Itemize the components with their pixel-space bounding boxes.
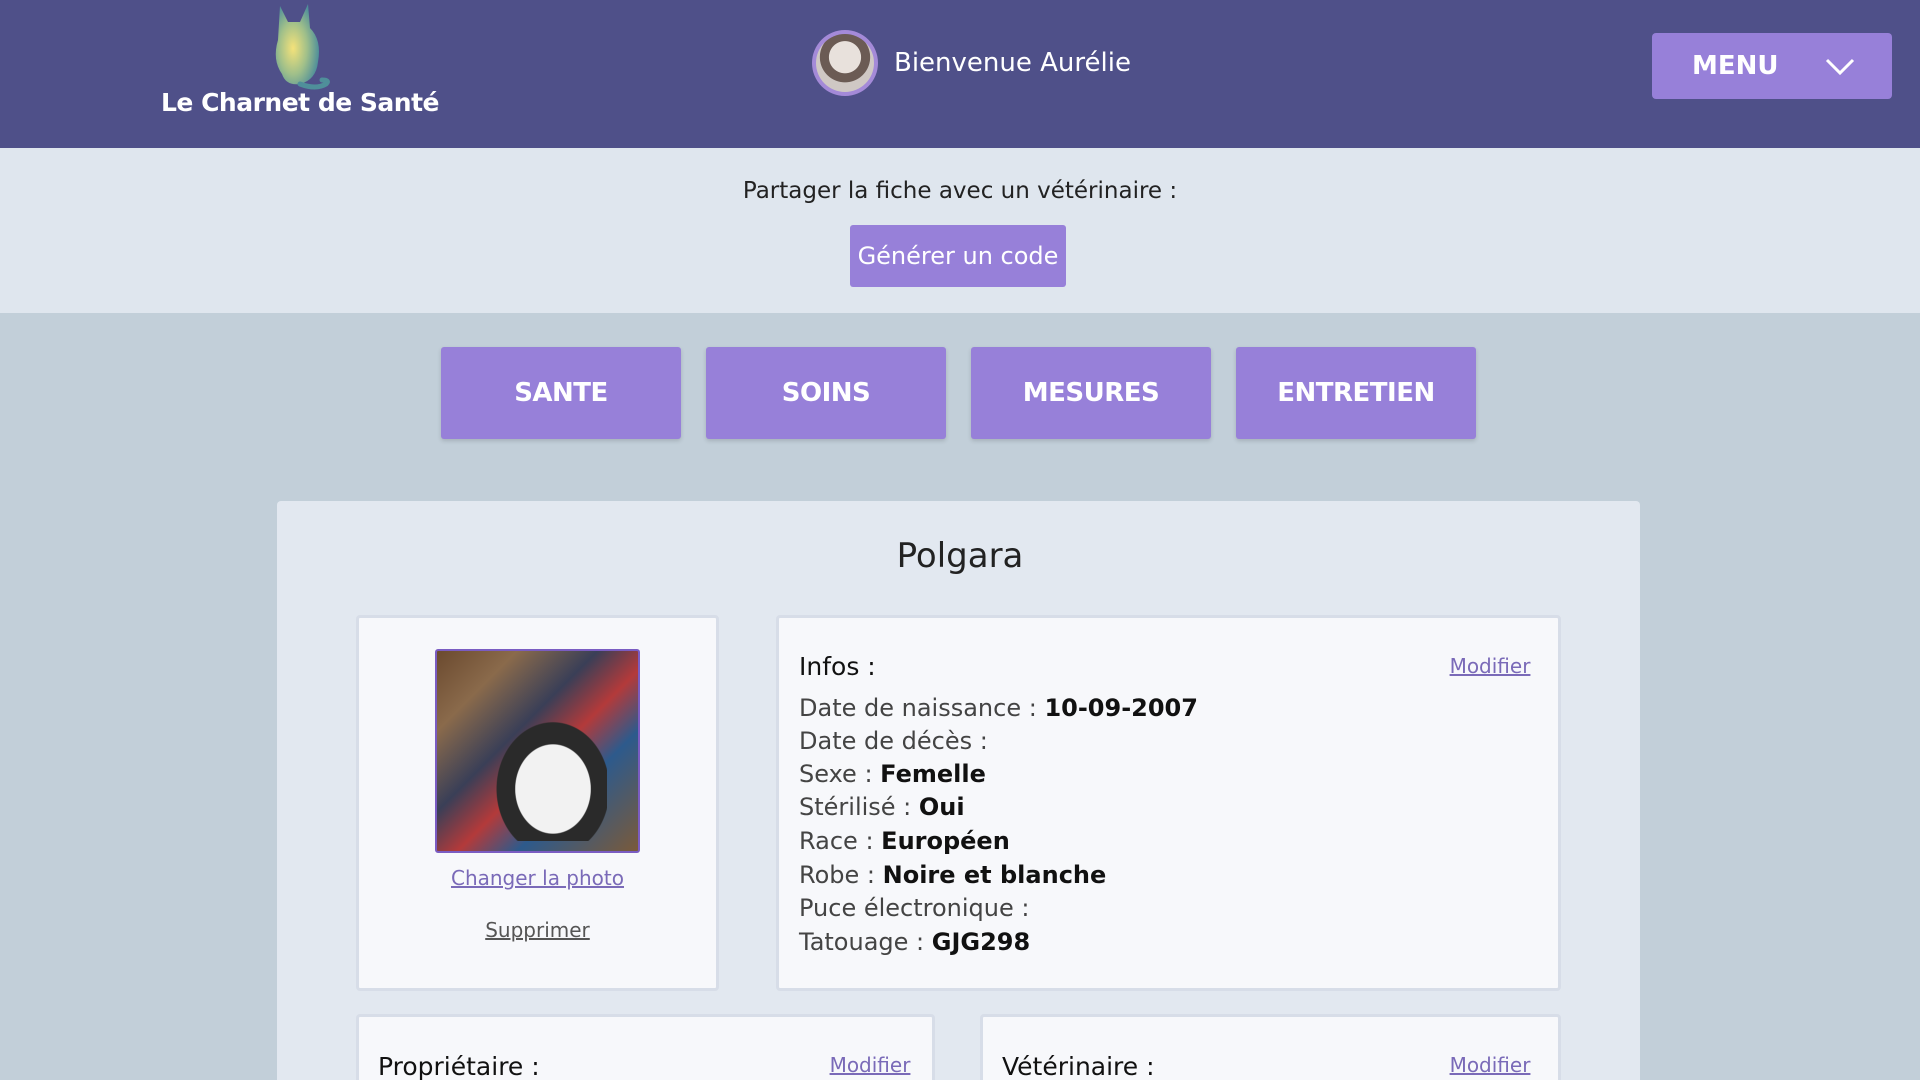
pet-name: Polgara — [896, 536, 1024, 576]
infos-edit-link[interactable]: Modifier — [1440, 654, 1540, 678]
info-microchip: Puce électronique : — [799, 894, 1029, 922]
info-label: Stérilisé : — [799, 793, 919, 821]
tab-soins[interactable]: SOINS — [706, 347, 946, 439]
vet-edit-link[interactable]: Modifier — [1440, 1053, 1540, 1077]
info-value: Femelle — [880, 760, 986, 788]
cat-figure — [487, 711, 607, 841]
welcome-block: Bienvenue Aurélie — [812, 30, 1131, 96]
change-photo-link[interactable]: Changer la photo — [356, 866, 719, 890]
info-coat: Robe : Noire et blanche — [799, 861, 1106, 889]
info-label: Date de décès : — [799, 727, 988, 755]
info-breed: Race : Européen — [799, 827, 1010, 855]
info-label: Sexe : — [799, 760, 881, 788]
tab-entretien[interactable]: ENTRETIEN — [1236, 347, 1476, 439]
welcome-text: Bienvenue Aurélie — [894, 48, 1131, 78]
info-birth-date: Date de naissance : 10-09-2007 — [799, 694, 1198, 722]
menu-label: MENU — [1692, 51, 1779, 81]
share-label: Partager la fiche avec un vétérinaire : — [742, 178, 1178, 204]
cat-logo-icon — [275, 4, 330, 90]
avatar[interactable] — [812, 30, 878, 96]
generate-code-button[interactable]: Générer un code — [850, 225, 1066, 287]
top-header: Le Charnet de Santé Bienvenue Aurélie ME… — [0, 0, 1920, 148]
owner-edit-link[interactable]: Modifier — [820, 1053, 920, 1077]
logo-text: Le Charnet de Santé — [161, 88, 439, 117]
info-death-date: Date de décès : — [799, 727, 988, 755]
menu-button[interactable]: MENU — [1652, 33, 1892, 99]
owner-title: Propriétaire : — [378, 1052, 540, 1080]
info-label: Puce électronique : — [799, 894, 1030, 922]
info-value: GJG298 — [931, 928, 1031, 956]
delete-photo-link[interactable]: Supprimer — [356, 918, 719, 942]
avatar-image — [816, 34, 874, 92]
vet-title: Vétérinaire : — [1002, 1052, 1155, 1080]
info-label: Race : — [799, 827, 882, 855]
info-sex: Sexe : Femelle — [799, 760, 986, 788]
info-sterilized: Stérilisé : Oui — [799, 793, 965, 821]
tab-mesures[interactable]: MESURES — [971, 347, 1211, 439]
info-value: Noire et blanche — [882, 861, 1107, 889]
info-value: Oui — [918, 793, 965, 821]
infos-title: Infos : — [799, 652, 876, 681]
pet-photo — [435, 649, 640, 853]
chevron-down-icon — [1825, 58, 1855, 76]
info-label: Tatouage : — [799, 928, 932, 956]
tab-sante[interactable]: SANTE — [441, 347, 681, 439]
info-label: Date de naissance : — [799, 694, 1045, 722]
info-tattoo: Tatouage : GJG298 — [799, 928, 1030, 956]
info-value: 10-09-2007 — [1044, 694, 1198, 722]
logo[interactable]: Le Charnet de Santé — [160, 0, 440, 130]
share-section: Partager la fiche avec un vétérinaire : … — [0, 148, 1920, 313]
info-value: Européen — [881, 827, 1010, 855]
info-label: Robe : — [799, 861, 883, 889]
